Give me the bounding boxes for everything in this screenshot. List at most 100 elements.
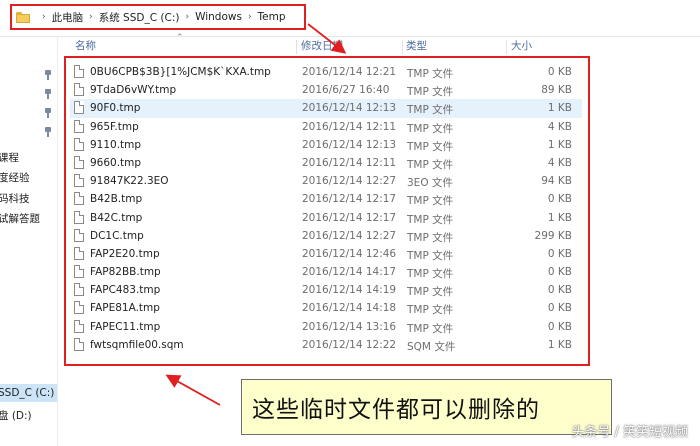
file-size: 0 KB: [547, 266, 572, 279]
breadcrumb-this-pc[interactable]: 此电脑: [52, 10, 84, 25]
file-icon: [74, 210, 84, 224]
pin-icon[interactable]: [44, 127, 52, 137]
file-name: FAPE81A.tmp: [90, 302, 160, 315]
column-header-size[interactable]: 大小: [511, 38, 532, 56]
watermark: 头条号 / 笑笑短视频: [571, 425, 688, 440]
file-date: 2016/12/14 12:17: [302, 211, 397, 224]
file-icon: [74, 319, 84, 333]
file-name: FAP2E20.tmp: [90, 247, 160, 260]
file-row[interactable]: DC1C.tmp 2016/12/14 12:27 TMP 文件 299 KB: [70, 227, 582, 245]
file-date: 2016/12/14 14:17: [302, 266, 397, 279]
file-row[interactable]: B42B.tmp 2016/12/14 12:17 TMP 文件 0 KB: [70, 190, 582, 208]
file-row[interactable]: FAPC483.tmp 2016/12/14 14:19 TMP 文件 0 KB: [70, 281, 582, 299]
breadcrumb-windows[interactable]: Windows: [195, 11, 242, 23]
file-size: 0 KB: [547, 284, 572, 297]
address-bar-container: › 此电脑 › 系统 SSD_C (C:) › Windows › Temp: [0, 0, 700, 37]
file-icon: [74, 192, 84, 206]
file-name: FAPEC11.tmp: [90, 320, 161, 333]
file-type: TMP 文件: [407, 122, 454, 135]
file-icon: [74, 65, 84, 78]
file-icon: [74, 83, 84, 97]
nav-item-drive-c[interactable]: SSD_C (C:): [0, 387, 54, 399]
file-date: 2016/6/27 16:40: [302, 84, 390, 97]
pin-icon[interactable]: [44, 70, 52, 80]
file-name: FAP82BB.tmp: [90, 266, 161, 279]
nav-item-drive-d[interactable]: 盘 (D:): [0, 408, 32, 423]
pin-icon[interactable]: [44, 108, 52, 118]
file-name: B42B.tmp: [90, 193, 143, 206]
file-row[interactable]: 9660.tmp 2016/12/14 12:11 TMP 文件 4 KB: [70, 154, 582, 172]
file-date: 2016/12/14 12:11: [302, 120, 397, 133]
nav-item-answers[interactable]: 试解答题: [0, 211, 40, 226]
file-row[interactable]: 9110.tmp 2016/12/14 12:13 TMP 文件 1 KB: [70, 136, 582, 154]
file-type: TMP 文件: [407, 213, 454, 226]
breadcrumb-temp[interactable]: Temp: [258, 11, 286, 23]
nav-item-course[interactable]: 课程: [0, 150, 19, 165]
file-name: 965F.tmp: [90, 120, 139, 133]
file-date: 2016/12/14 12:27: [302, 175, 397, 188]
file-name: 9TdaD6vWY.tmp: [90, 84, 177, 97]
file-size: 0 KB: [547, 302, 572, 315]
column-divider[interactable]: [402, 40, 403, 54]
file-row[interactable]: FAP82BB.tmp 2016/12/14 14:17 TMP 文件 0 KB: [70, 263, 582, 281]
address-bar[interactable]: › 此电脑 › 系统 SSD_C (C:) › Windows › Temp: [10, 4, 306, 30]
file-row[interactable]: 90F0.tmp 2016/12/14 12:13 TMP 文件 1 KB: [70, 99, 582, 118]
file-date: 2016/12/14 14:19: [302, 284, 397, 297]
file-name: 90F0.tmp: [90, 102, 141, 115]
breadcrumb-drive-c[interactable]: 系统 SSD_C (C:): [99, 10, 180, 25]
file-row[interactable]: FAP2E20.tmp 2016/12/14 12:46 TMP 文件 0 KB: [70, 245, 582, 263]
file-icon: [74, 119, 84, 133]
navigation-pane: 课程 度经验 码科技 试解答题 SSD_C (C:) 盘 (D:): [0, 37, 58, 446]
callout-text: 这些临时文件都可以删除的: [252, 397, 540, 423]
column-divider[interactable]: [506, 40, 507, 54]
file-date: 2016/12/14 12:17: [302, 193, 397, 206]
folder-icon: [16, 11, 30, 23]
file-icon: [74, 246, 84, 260]
file-name: 91847K22.3EO: [90, 175, 169, 188]
chevron-right-icon[interactable]: ›: [89, 12, 93, 22]
column-header-type[interactable]: 类型: [406, 38, 427, 56]
nav-item-tech[interactable]: 码科技: [0, 191, 30, 206]
column-header-date[interactable]: 修改日期: [301, 38, 343, 56]
file-size: 1 KB: [547, 338, 572, 351]
file-size: 0 KB: [547, 247, 572, 260]
file-size: 4 KB: [547, 156, 572, 169]
file-type: TMP 文件: [407, 231, 454, 244]
file-row[interactable]: B42C.tmp 2016/12/14 12:17 TMP 文件 1 KB: [70, 209, 582, 227]
chevron-right-icon[interactable]: ›: [248, 12, 252, 22]
file-name: 0BU6CPB$3B}[1%JCM$K`KXA.tmp: [90, 66, 271, 78]
file-name: 9660.tmp: [90, 156, 142, 169]
file-type: TMP 文件: [407, 104, 454, 117]
file-row[interactable]: 0BU6CPB$3B}[1%JCM$K`KXA.tmp 2016/12/14 12…: [70, 63, 582, 81]
file-type: 3EO 文件: [407, 177, 453, 190]
file-row[interactable]: 965F.tmp 2016/12/14 12:11 TMP 文件 4 KB: [70, 118, 582, 136]
file-type: TMP 文件: [407, 249, 454, 262]
file-icon: [74, 228, 84, 242]
file-size: 0 KB: [547, 66, 572, 78]
file-date: 2016/12/14 13:16: [302, 320, 397, 333]
file-icon: [74, 265, 84, 279]
file-name: FAPC483.tmp: [90, 284, 161, 297]
file-row[interactable]: FAPEC11.tmp 2016/12/14 13:16 TMP 文件 0 KB: [70, 318, 582, 336]
file-row[interactable]: 91847K22.3EO 2016/12/14 12:27 3EO 文件 94 KB: [70, 172, 582, 190]
file-date: 2016/12/14 14:18: [302, 302, 397, 315]
file-row[interactable]: 9TdaD6vWY.tmp 2016/6/27 16:40 TMP 文件 89 KB: [70, 81, 582, 99]
file-row[interactable]: fwtsqmfile00.sqm 2016/12/14 12:22 SQM 文件 1 …: [70, 336, 582, 354]
file-size: 1 KB: [547, 138, 572, 151]
file-size: 299 KB: [534, 229, 572, 242]
column-divider[interactable]: [296, 40, 297, 54]
file-icon: [74, 301, 84, 315]
chevron-right-icon[interactable]: ›: [42, 12, 46, 22]
file-type: TMP 文件: [407, 68, 454, 80]
file-type: TMP 文件: [407, 286, 454, 299]
file-icon: [74, 101, 84, 115]
file-date: 2016/12/14 12:27: [302, 229, 397, 242]
file-name: 9110.tmp: [90, 138, 142, 151]
file-row[interactable]: FAPE81A.tmp 2016/12/14 14:18 TMP 文件 0 KB: [70, 299, 582, 317]
sort-up-icon: ⌃: [176, 33, 184, 43]
nav-item-experience[interactable]: 度经验: [0, 170, 30, 185]
pin-icon[interactable]: [44, 89, 52, 99]
column-header-name[interactable]: 名称: [75, 38, 96, 56]
chevron-right-icon[interactable]: ›: [185, 12, 189, 22]
callout-note: 这些临时文件都可以删除的: [241, 379, 612, 435]
